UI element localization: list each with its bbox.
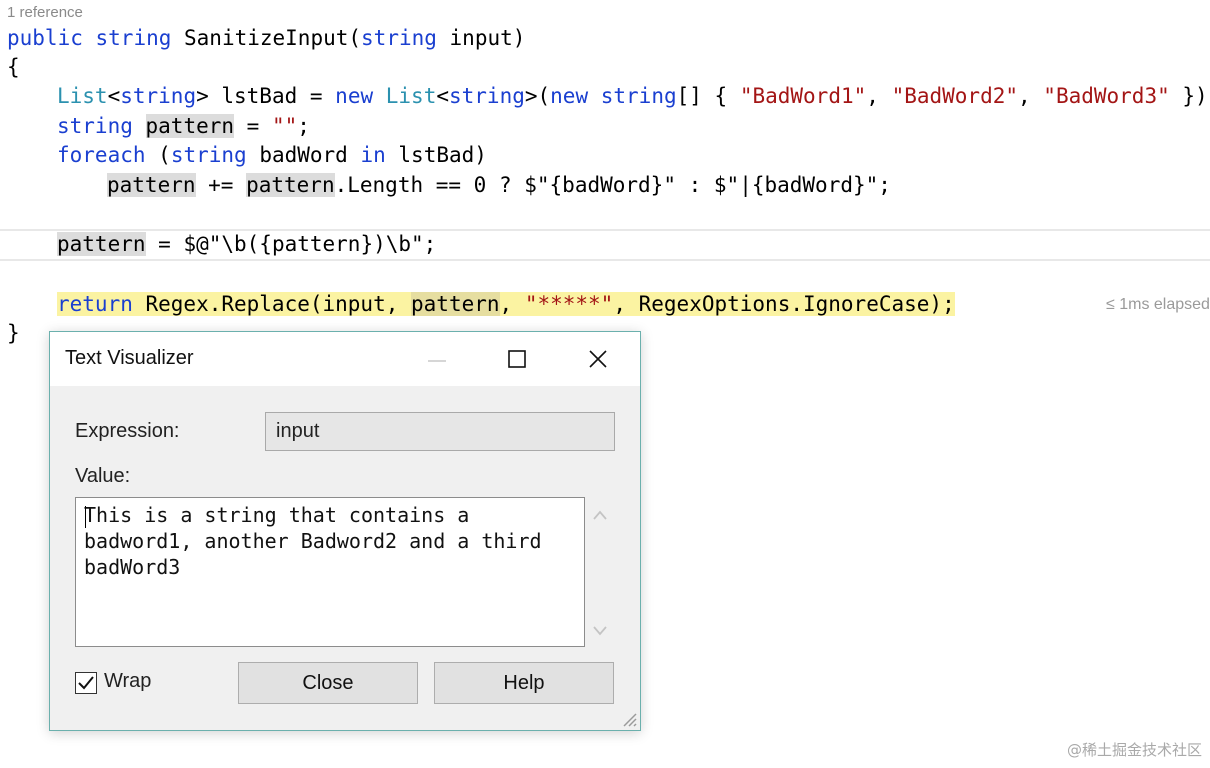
keyword: new [335, 84, 374, 108]
type-name: List [57, 84, 108, 108]
string-literal: "BadWord2" [891, 84, 1018, 108]
dialog-titlebar[interactable]: Text Visualizer [50, 332, 640, 386]
code-text: , [1018, 84, 1044, 108]
reference-highlight: pattern [57, 232, 146, 256]
close-button[interactable]: Close [238, 662, 418, 704]
perftip-elapsed[interactable]: ≤ 1ms elapsed [1106, 293, 1210, 317]
minimize-icon [428, 360, 446, 362]
code-line-pattern-append[interactable]: pattern += pattern.Length == 0 ? $"{badW… [107, 170, 891, 200]
code-text: ; [297, 114, 310, 138]
code-text: > lstBad = [196, 84, 336, 108]
code-text: < [436, 84, 449, 108]
keyword: string [600, 84, 677, 108]
string-literal: "*****" [524, 292, 614, 316]
keyword: public [7, 26, 83, 50]
text-visualizer-dialog: Text Visualizer Expression: input Value:… [49, 331, 641, 731]
checkmark-icon [78, 676, 94, 690]
minimize-button[interactable] [407, 332, 467, 386]
dialog-title: Text Visualizer [65, 347, 194, 369]
keyword: string [57, 114, 133, 138]
code-text: = $@"\b({pattern})\b"; [145, 232, 437, 256]
current-statement-highlight: return Regex.Replace(input, pattern, "**… [57, 292, 955, 316]
code-text: < [107, 84, 121, 108]
code-line-pattern-declaration[interactable]: string pattern = ""; [57, 111, 310, 141]
keyword: string [95, 26, 172, 50]
code-line-close-brace[interactable]: } [7, 318, 20, 348]
keyword: in [360, 143, 386, 167]
keyword: string [120, 84, 197, 108]
code-text: .Length == 0 ? $"{badWord}" : $"|{badWor… [334, 173, 891, 197]
code-text: input) [436, 26, 526, 50]
code-line-return-statement[interactable]: return Regex.Replace(input, pattern, "**… [57, 289, 955, 319]
code-line-pattern-assignment[interactable]: pattern = $@"\b({pattern})\b"; [57, 229, 436, 259]
reference-highlight: pattern [107, 173, 196, 197]
code-text: lstBad) [385, 143, 487, 167]
maximize-icon [508, 350, 526, 368]
scroll-up-icon[interactable] [590, 508, 610, 522]
code-text: badWord [246, 143, 361, 167]
value-textarea[interactable]: This is a string that contains a badword… [75, 497, 585, 647]
code-line-list-declaration[interactable]: List<string> lstBad = new List<string>(n… [57, 81, 1210, 111]
string-literal: "BadWord1" [739, 84, 867, 108]
code-line-foreach[interactable]: foreach (string badWord in lstBad) [57, 140, 487, 170]
reference-highlight: pattern [411, 292, 500, 316]
string-literal: "" [271, 114, 298, 138]
code-text: = [234, 114, 272, 138]
scroll-down-icon[interactable] [590, 624, 610, 638]
keyword: return [57, 292, 133, 316]
resize-grip-icon[interactable] [620, 710, 638, 728]
close-window-button[interactable] [568, 332, 628, 386]
keyword: foreach [57, 143, 146, 167]
maximize-button[interactable] [487, 332, 547, 386]
watermark: @稀土掘金技术社区 [1066, 741, 1202, 759]
code-line-method-signature[interactable]: public string SanitizeInput(string input… [7, 23, 525, 53]
reference-highlight: pattern [246, 173, 335, 197]
code-text: , [866, 84, 892, 108]
code-text: += [195, 173, 247, 197]
expression-field[interactable]: input [265, 412, 615, 451]
code-text: , [499, 292, 525, 316]
code-text: >( [524, 84, 551, 108]
code-text: [] { [676, 84, 740, 108]
code-text: }); [1182, 84, 1210, 108]
code-line-open-brace[interactable]: { [7, 52, 20, 82]
keyword: string [449, 84, 525, 108]
value-label: Value: [75, 465, 131, 487]
string-literal: "BadWord3" [1043, 84, 1170, 108]
reference-highlight: pattern [145, 114, 235, 138]
close-icon [589, 350, 607, 368]
value-text: This is a string that contains a badword… [84, 503, 542, 579]
text-caret [85, 506, 86, 528]
type-name: List [385, 84, 437, 108]
code-text: , RegexOptions.IgnoreCase); [613, 292, 955, 316]
keyword: new [550, 84, 589, 108]
help-button[interactable]: Help [434, 662, 614, 704]
wrap-checkbox[interactable] [75, 672, 97, 694]
code-text: ( [145, 143, 171, 167]
keyword: string [170, 143, 247, 167]
code-text: Regex.Replace(input, [132, 292, 412, 316]
codelens-references[interactable]: 1 reference [7, 4, 83, 21]
method-name: SanitizeInput( [171, 26, 362, 50]
keyword: string [361, 26, 437, 50]
expression-label: Expression: [75, 420, 180, 442]
wrap-label[interactable]: Wrap [104, 670, 151, 693]
